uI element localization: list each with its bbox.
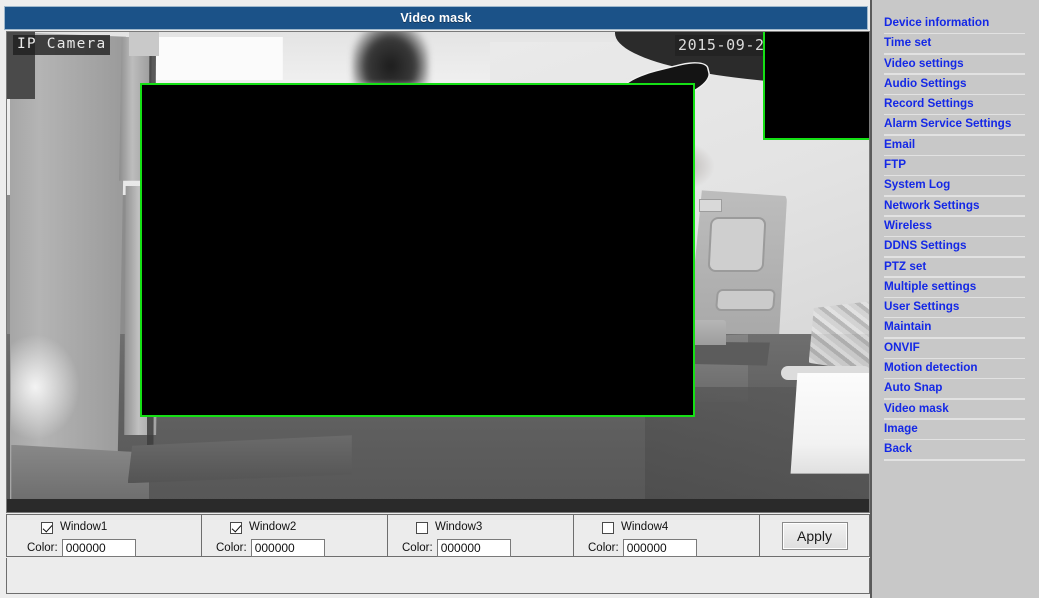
- scene-left-door: [9, 32, 126, 512]
- sidebar-item-maintain[interactable]: Maintain: [884, 320, 1027, 340]
- window3-checkbox-row[interactable]: Window3: [416, 520, 573, 535]
- mask-window-control-bar: Window1 Color: Window2 Color:: [6, 514, 870, 557]
- sidebar-item-label: Email: [884, 137, 916, 151]
- sidebar-item-label: Motion detection: [884, 361, 978, 375]
- window4-color-row: Color:: [588, 539, 759, 557]
- sidebar-item-label: Image: [884, 421, 918, 435]
- sidebar-item-label: Device information: [884, 16, 990, 29]
- sidebar-item-label: Multiple settings: [884, 279, 977, 293]
- sidebar-item-label: Auto Snap: [884, 381, 943, 395]
- osd-camera-name-label: IP Camera: [13, 35, 111, 56]
- camera-main-panel: Video mask IP Camera 2015-09-21 Window1 …: [0, 0, 872, 598]
- window2-color-row: Color:: [216, 539, 387, 557]
- scene-floor-edge: [7, 498, 869, 512]
- sidebar-item-label: Video settings: [884, 56, 964, 70]
- window3-color-input[interactable]: [436, 539, 511, 557]
- sidebar-item-back[interactable]: Back: [884, 442, 1027, 462]
- app-root: Video mask IP Camera 2015-09-21 Window1 …: [0, 0, 1039, 598]
- sidebar-item-label: Back: [884, 442, 912, 456]
- window4-checkbox[interactable]: [602, 521, 614, 534]
- sidebar-item-label: DDNS Settings: [884, 239, 967, 253]
- sidebar-item-auto-snap[interactable]: Auto Snap: [884, 381, 1027, 401]
- window3-cell: Window3 Color:: [388, 515, 574, 557]
- sidebar-item-label: ONVIF: [884, 340, 920, 354]
- sidebar-item-label: Maintain: [884, 320, 932, 334]
- sidebar-item-ftp[interactable]: FTP: [884, 158, 1027, 178]
- sidebar-item-video-settings[interactable]: Video settings: [884, 57, 1027, 77]
- sidebar-item-label: FTP: [884, 158, 907, 172]
- apply-cell: Apply: [760, 515, 869, 556]
- sidebar-item-audio-settings[interactable]: Audio Settings: [884, 77, 1027, 97]
- window4-label: Window4: [621, 520, 669, 533]
- window4-color-input[interactable]: [622, 539, 697, 557]
- sidebar-item-label: System Log: [884, 178, 951, 192]
- sidebar-item-label: Record Settings: [884, 97, 974, 111]
- scene-bucket: [790, 372, 869, 474]
- sidebar-item-label: Wireless: [884, 218, 932, 232]
- sidebar-item-user-settings[interactable]: User Settings: [884, 300, 1027, 320]
- window3-label: Window3: [435, 520, 483, 533]
- sidebar-item-video-mask[interactable]: Video mask: [884, 402, 1027, 422]
- window2-color-input[interactable]: [250, 539, 325, 557]
- window1-checkbox[interactable]: [41, 521, 53, 534]
- sidebar-item-system-log[interactable]: System Log: [884, 178, 1027, 198]
- window1-label: Window1: [60, 520, 108, 533]
- sidebar-item-ddns-settings[interactable]: DDNS Settings: [884, 239, 1027, 259]
- sidebar-item-motion-detection[interactable]: Motion detection: [884, 361, 1027, 381]
- sidebar-item-multiple-settings[interactable]: Multiple settings: [884, 280, 1027, 300]
- window4-color-label: Color:: [588, 542, 619, 554]
- scene-door-sheen: [11, 334, 81, 440]
- window2-label: Window2: [249, 520, 297, 533]
- window2-color-label: Color:: [216, 542, 247, 554]
- window2-checkbox-row[interactable]: Window2: [230, 520, 387, 535]
- window1-color-label: Color:: [27, 542, 58, 554]
- video-preview-frame[interactable]: IP Camera 2015-09-21 17:38:53: [6, 31, 870, 513]
- mask-region-window2[interactable]: [763, 32, 869, 140]
- window-titlebar: Video mask: [4, 6, 868, 30]
- sidebar-item-email[interactable]: Email: [884, 138, 1027, 158]
- sidebar-item-label: Time set: [884, 36, 932, 50]
- sidebar-item-time-set[interactable]: Time set: [884, 36, 1027, 56]
- apply-button[interactable]: Apply: [781, 521, 848, 550]
- window1-checkbox-row[interactable]: Window1: [41, 520, 201, 535]
- window3-color-row: Color:: [402, 539, 573, 557]
- window4-checkbox-row[interactable]: Window4: [602, 520, 759, 535]
- sidebar-item-record-settings[interactable]: Record Settings: [884, 97, 1027, 117]
- sidebar-item-ptz-set[interactable]: PTZ set: [884, 260, 1027, 280]
- bottom-empty-area: [6, 558, 870, 594]
- sidebar-item-label: Network Settings: [884, 198, 980, 212]
- sidebar-item-network-settings[interactable]: Network Settings: [884, 199, 1027, 219]
- scene-left-wall-base: [11, 444, 150, 503]
- sidebar-item-label: Audio Settings: [884, 76, 967, 90]
- video-canvas[interactable]: IP Camera 2015-09-21 17:38:53: [7, 32, 869, 512]
- window1-color-row: Color:: [27, 539, 201, 557]
- window3-color-label: Color:: [402, 542, 433, 554]
- scene-chair-opening-upper: [707, 216, 767, 272]
- sidebar-item-device-information[interactable]: Device information: [884, 16, 1027, 36]
- mask-region-window1[interactable]: [140, 83, 695, 417]
- page-title: Video mask: [400, 11, 472, 25]
- window2-cell: Window2 Color:: [202, 515, 388, 557]
- sidebar-item-label: Alarm Service Settings: [884, 117, 1012, 131]
- settings-sidebar: Device information Time set Video settin…: [874, 0, 1039, 598]
- sidebar-item-image[interactable]: Image: [884, 422, 1027, 442]
- scene-dark-blob: [351, 32, 430, 85]
- sidebar-item-label: User Settings: [884, 300, 960, 314]
- window2-checkbox[interactable]: [230, 521, 242, 534]
- sidebar-item-label: Video mask: [884, 401, 949, 415]
- scene-door-top-block: [129, 32, 159, 56]
- window4-cell: Window4 Color:: [574, 515, 760, 557]
- scene-chair-badge: [699, 199, 722, 212]
- window1-color-input[interactable]: [61, 539, 136, 557]
- sidebar-item-label: PTZ set: [884, 259, 927, 273]
- window1-cell: Window1 Color:: [7, 515, 202, 557]
- scene-rubble: [808, 300, 869, 373]
- sidebar-item-wireless[interactable]: Wireless: [884, 219, 1027, 239]
- window3-checkbox[interactable]: [416, 521, 428, 534]
- scene-chair-opening-lower: [715, 288, 776, 311]
- sidebar-item-alarm-service-settings[interactable]: Alarm Service Settings: [884, 117, 1027, 137]
- sidebar-item-onvif[interactable]: ONVIF: [884, 341, 1027, 361]
